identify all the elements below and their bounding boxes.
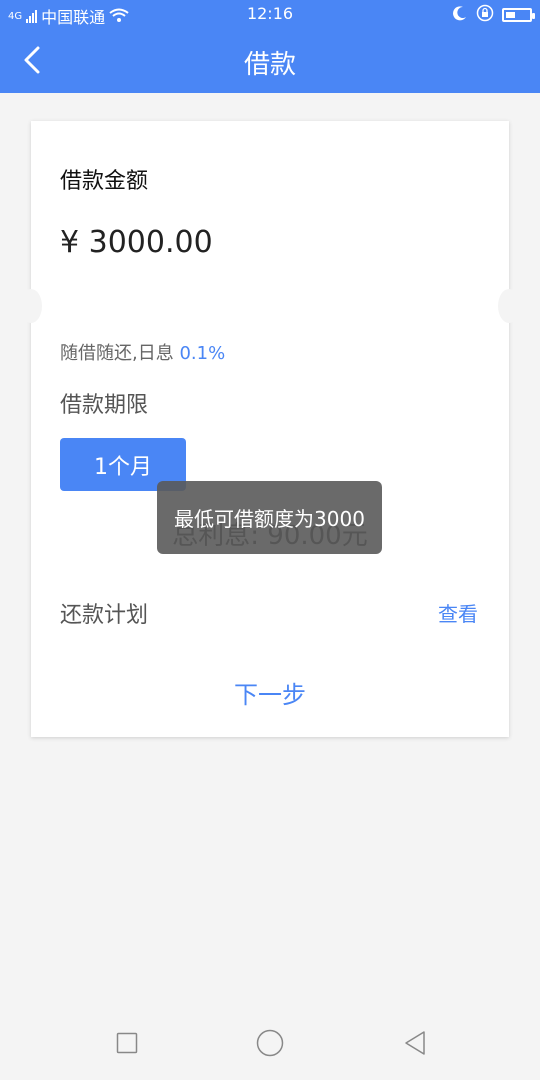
amount-label: 借款金额: [60, 169, 149, 194]
battery-level: [506, 12, 515, 18]
rotation-lock-icon: [476, 4, 494, 26]
term-label: 借款期限: [60, 393, 149, 418]
back-nav-button[interactable]: [400, 1028, 430, 1058]
recent-apps-button[interactable]: [112, 1028, 142, 1058]
circle-icon: [256, 1029, 284, 1057]
triangle-back-icon: [405, 1031, 425, 1055]
home-button[interactable]: [255, 1028, 285, 1058]
card-notch-right: [498, 289, 520, 323]
daily-rate: 0.1%: [179, 343, 226, 364]
app-header: 借款: [0, 28, 540, 93]
amount-value: ¥ 3000.00: [60, 225, 213, 260]
repayment-plan-label: 还款计划: [60, 603, 149, 628]
top-bar: 4G 中国联通 12:16 借款: [0, 0, 540, 93]
moon-icon: [452, 5, 468, 25]
status-right: [452, 4, 535, 26]
rate-prefix: 随借随还,日息: [60, 343, 174, 364]
rate-line: 随借随还,日息 0.1%: [60, 339, 225, 365]
system-nav-bar: [0, 1004, 540, 1080]
next-step-button[interactable]: 下一步: [31, 675, 509, 710]
page-title: 借款: [243, 50, 296, 80]
card-notch-left: [20, 289, 42, 323]
status-bar: 4G 中国联通 12:16: [0, 0, 540, 28]
square-icon: [116, 1032, 138, 1054]
toast-message: 最低可借额度为3000: [157, 481, 382, 554]
loan-card: 借款金额 ¥ 3000.00 随借随还,日息 0.1% 借款期限 1个月 总利息…: [20, 121, 520, 737]
battery-icon: [502, 8, 535, 22]
view-plan-link[interactable]: 查看: [438, 598, 478, 627]
